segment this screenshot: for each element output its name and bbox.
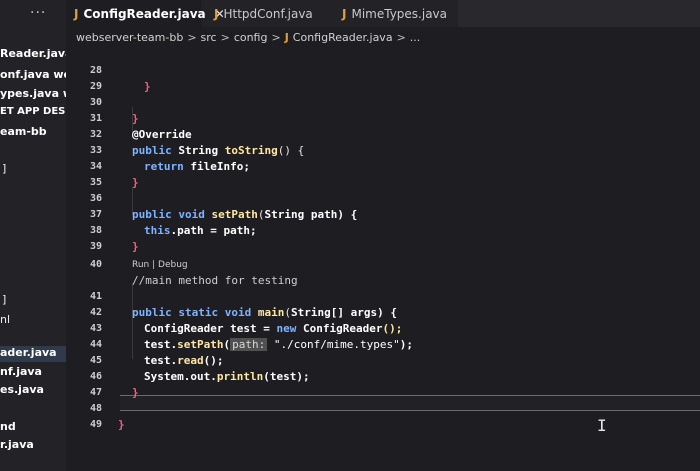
breadcrumb-project[interactable]: webserver-team-bb [76,31,183,44]
code-line: 38 } [66,207,700,253]
breadcrumb: webserver-team-bb > src > config > J Con… [66,27,700,47]
chevron-right-icon: > [220,30,230,44]
code-line: 41 public static void main(String[] args… [66,273,700,319]
sidebar-folder-other[interactable]: nd [0,420,16,436]
code-line: 48 } [66,385,700,431]
tab-bar-empty-area [458,0,700,27]
code-line: 44 test.read(); [66,321,700,367]
code-line: 29 [66,63,700,92]
code-line: 33 return fileInfo; [66,127,700,173]
line-number: 40 [89,259,102,270]
code-line: 37 this.path = path; [66,191,700,237]
run-debug-codelens[interactable]: Run | Debug [132,258,188,272]
code-line: 30 } [66,79,700,125]
java-file-icon: J [74,6,79,21]
code-line: 43 test.setPath(path: "./conf/mime.types… [66,305,700,351]
code-line: 47 [66,369,700,398]
more-actions-icon[interactable]: ··· [30,4,60,22]
sidebar-section-header[interactable]: ET APP DESI... [0,106,66,122]
tab-bar: ··· J ConfigReader.java ✕ J HttpdConf.ja… [0,0,700,27]
code-line: 36 public void setPath(String path) { [66,175,700,221]
code-line: 31 @Override [66,95,700,141]
breadcrumb-file[interactable]: ConfigReader.java [293,31,393,44]
code-line: 45 System.out.println(test); [66,337,700,383]
sidebar-open-editor-mimetypes[interactable]: ypes.java w... [0,87,66,103]
vscode-window: ··· J ConfigReader.java ✕ J HttpdConf.ja… [0,0,700,471]
chevron-right-icon: > [187,30,197,44]
code-line: 35 [66,159,700,188]
code-text: } [118,418,125,431]
tab-label: MimeTypes.java [351,6,447,21]
sidebar-open-editor-configreader[interactable]: Reader.java... [0,47,66,63]
code-line: 32 public String toString() { [66,111,700,157]
breadcrumb-src[interactable]: src [201,31,217,44]
tab-label: HttpdConf.java [223,6,313,21]
explorer-sidebar: Reader.java... onf.java we... ypes.java … [0,27,66,471]
sidebar-file-mimetypes[interactable]: es.java [0,383,44,399]
java-file-icon: J [284,30,289,44]
breadcrumb-symbol[interactable]: ... [410,31,421,44]
sidebar-file-other[interactable]: r.java [0,438,34,454]
chevron-right-icon: > [396,30,406,44]
sidebar-file-configreader[interactable]: ader.java [0,346,66,362]
code-line: 39 [66,223,700,252]
tab-mimetypes[interactable]: J MimeTypes.java [336,0,458,27]
java-file-icon: J [214,6,219,21]
tab-label: ConfigReader.java [83,6,206,21]
line-number: 49 [89,419,102,430]
code-line: 49 [66,401,700,430]
code-line: 40 //main method for testing [66,241,700,287]
tab-httpdconf[interactable]: J HttpdConf.java [210,0,330,27]
tab-configreader[interactable]: J ConfigReader.java ✕ [66,0,225,27]
text-cursor-icon: I [597,416,607,435]
code-line: 42 ConfigReader test = new ConfigReader(… [66,289,700,335]
sidebar-marker: ] [2,293,7,306]
sidebar-folder-team[interactable]: eam-bb [0,125,47,141]
sidebar-marker: nl [0,313,11,326]
code-line: 46 } [66,353,700,399]
sidebar-file-httpdconf[interactable]: nf.java [0,365,42,381]
code-line: 28 } [66,47,700,93]
sidebar-open-editor-httpdconf[interactable]: onf.java we... [0,68,66,84]
breadcrumb-config[interactable]: config [234,31,268,44]
sidebar-marker: ] [2,162,7,175]
code-line: 34 } [66,143,700,189]
java-file-icon: J [342,6,347,21]
code-editor[interactable]: 28 } 29 30 } 31 @Override 32 public Stri… [66,47,700,471]
chevron-right-icon: > [271,30,281,44]
